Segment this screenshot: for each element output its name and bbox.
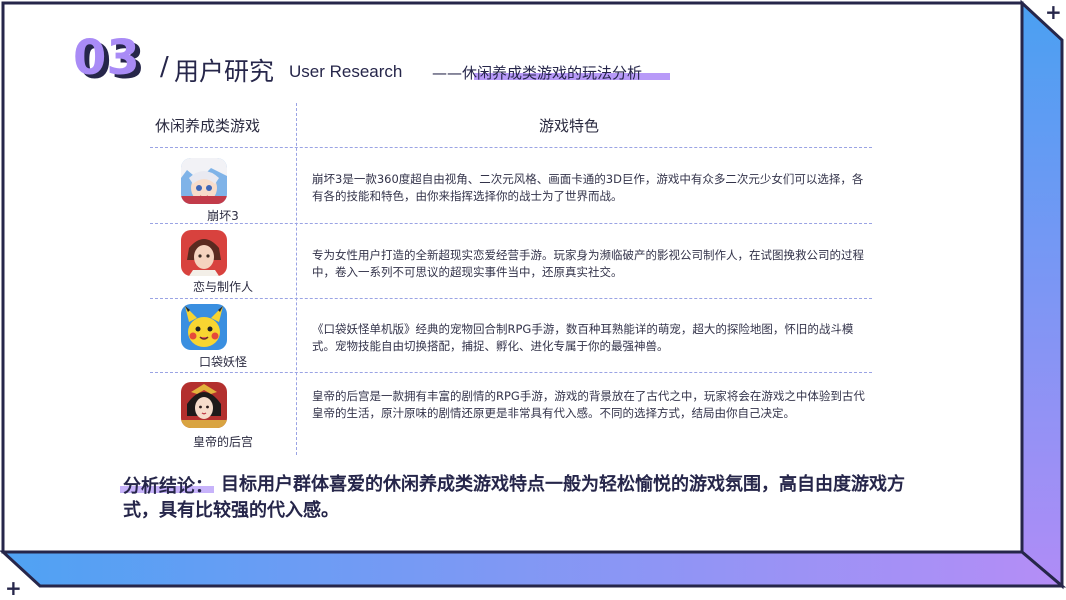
empress-character-icon bbox=[181, 382, 227, 428]
column-header-game: 休闲养成类游戏 bbox=[155, 117, 261, 135]
honkai-character-icon bbox=[181, 158, 227, 204]
right-gradient-bar bbox=[1020, 0, 1064, 590]
plus-decoration-top-right: + bbox=[1045, 0, 1062, 24]
page-title-en: User Research bbox=[289, 62, 403, 81]
game-name: 口袋妖怪 bbox=[198, 355, 247, 369]
row-divider bbox=[150, 372, 872, 373]
game-description: 崩坏3是一款360度超自由视角、二次元风格、画面卡通的3D巨作，游戏中有众多二次… bbox=[312, 172, 864, 203]
game-description: 皇帝的后宫是一款拥有丰富的剧情的RPG手游，游戏的背景放在了古代之中，玩家将会在… bbox=[312, 389, 865, 420]
page-subtitle: ——休闲养成类游戏的玩法分析 bbox=[432, 64, 643, 82]
bottom-gradient-bar bbox=[0, 550, 1066, 588]
row-divider bbox=[150, 147, 872, 148]
game-name: 皇帝的后宫 bbox=[192, 435, 253, 449]
conclusion-text: 目标用户群体喜爱的休闲养成类游戏特点一般为轻松愉悦的游戏氛围，高自由度游戏方式，… bbox=[123, 474, 905, 521]
column-divider bbox=[296, 103, 297, 455]
game-name: 恋与制作人 bbox=[192, 280, 253, 294]
section-number-graphic: 03 03 bbox=[73, 36, 145, 84]
plus-decoration-bottom-left: + bbox=[5, 576, 22, 600]
row-divider bbox=[150, 298, 872, 299]
game-name: 崩坏3 bbox=[207, 209, 239, 223]
header-slash: / bbox=[160, 52, 169, 82]
section-number: 03 bbox=[73, 36, 140, 84]
game-description: 《口袋妖怪单机版》经典的宠物回合制RPG手游，数百种耳熟能详的萌宠，超大的探险地… bbox=[312, 322, 854, 353]
column-header-feature: 游戏特色 bbox=[539, 117, 600, 135]
page-title: 用户研究 bbox=[174, 57, 275, 86]
game-description: 专为女性用户打造的全新超现实恋爱经营手游。玩家身为濒临破产的影视公司制作人，在试… bbox=[312, 248, 864, 279]
love-producer-character-icon bbox=[181, 230, 227, 276]
pikachu-icon bbox=[181, 304, 227, 350]
